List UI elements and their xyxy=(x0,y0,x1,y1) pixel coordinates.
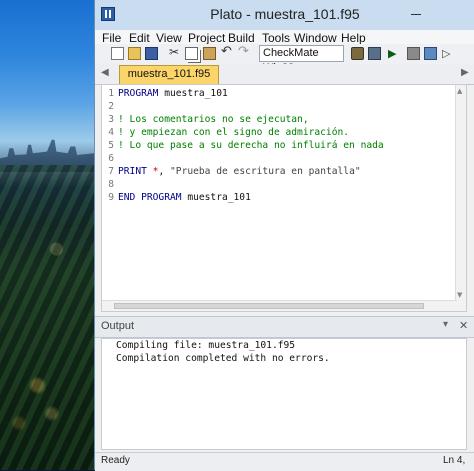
line-number: 1 xyxy=(108,88,114,99)
menu-tools[interactable]: Tools xyxy=(262,31,290,45)
code-token: PROGRAM xyxy=(118,88,159,99)
new-file-icon[interactable] xyxy=(111,47,124,60)
code-token: * xyxy=(146,166,159,177)
code-token: PRINT xyxy=(118,166,147,177)
code-text: END PROGRAM muestra_101 xyxy=(118,192,251,203)
output-title: Output xyxy=(101,320,135,332)
output-line: Compiling file: muestra_101.f95 xyxy=(116,340,296,351)
redo-icon[interactable] xyxy=(238,44,251,60)
title-bar[interactable]: Plato - muestra_101.f95 xyxy=(95,0,474,30)
cursor-position: Ln 4, xyxy=(443,455,466,466)
line-number: 7 xyxy=(108,166,114,177)
line-number: 8 xyxy=(108,179,114,190)
run-icon[interactable] xyxy=(387,47,400,60)
status-bar: Ready Ln 4, xyxy=(95,452,474,471)
paste-icon[interactable] xyxy=(203,47,216,60)
code-token: ! Lo que pase a su derecha no influirá e… xyxy=(118,140,384,151)
line-number: 2 xyxy=(108,101,114,112)
line-number: 4 xyxy=(108,127,114,138)
tab-scroll-left-icon[interactable]: ◀ xyxy=(101,67,109,78)
line-number: 5 xyxy=(108,140,114,151)
code-text: PRINT *, "Prueba de escritura en pantall… xyxy=(118,166,361,177)
line-number: 3 xyxy=(108,114,114,125)
configuration-select[interactable]: CheckMate Win32 xyxy=(259,45,344,74)
save-icon[interactable] xyxy=(145,47,158,60)
output-line: Compilation completed with no errors. xyxy=(116,353,330,364)
desktop-wallpaper xyxy=(0,0,94,470)
copy-icon[interactable] xyxy=(185,47,198,60)
menu-project[interactable]: Project xyxy=(188,31,225,45)
menu-help[interactable]: Help xyxy=(341,31,366,45)
compile-icon[interactable] xyxy=(351,47,364,60)
toolbar: CheckMate Win32 xyxy=(95,44,474,74)
output-panel[interactable]: Compiling file: muestra_101.f95 Compilat… xyxy=(101,338,467,450)
menu-build[interactable]: Build xyxy=(228,31,255,45)
menu-view[interactable]: View xyxy=(156,31,182,45)
cut-icon[interactable] xyxy=(169,45,182,60)
tab-scroll-right-icon[interactable]: ▶ xyxy=(461,67,469,78)
close-icon[interactable]: ✕ xyxy=(459,319,468,332)
code-text: PROGRAM muestra_101 xyxy=(118,88,228,99)
navigate-icon[interactable] xyxy=(441,47,454,60)
build-icon[interactable] xyxy=(368,47,381,60)
menu-file[interactable]: File xyxy=(102,31,121,45)
tab-bar: ◀ muestra_101.f95 ▶ xyxy=(95,64,474,85)
code-token: ! y empiezan con el signo de admiración. xyxy=(118,127,350,138)
tab-muestra-101[interactable]: muestra_101.f95 xyxy=(119,65,219,84)
editor-horizontal-scrollbar[interactable] xyxy=(102,300,457,311)
plato-window: Plato - muestra_101.f95 File Edit View P… xyxy=(94,0,474,471)
stop-icon[interactable] xyxy=(407,47,420,60)
code-text: ! Los comentarios no se ejecutan, xyxy=(118,114,309,125)
wallpaper-trees xyxy=(0,165,94,470)
horizontal-scroll-thumb[interactable] xyxy=(114,303,424,309)
scroll-up-icon[interactable]: ▲ xyxy=(457,87,462,95)
code-token: , xyxy=(158,166,171,177)
status-text: Ready xyxy=(101,455,130,466)
line-number: 6 xyxy=(108,153,114,164)
minimize-button[interactable] xyxy=(401,0,431,22)
code-token: muestra_101 xyxy=(181,192,251,203)
editor-vertical-scrollbar[interactable]: ▲ ▼ xyxy=(455,85,466,311)
debug-icon[interactable] xyxy=(424,47,437,60)
tab-label: muestra_101.f95 xyxy=(127,68,211,80)
pin-icon[interactable]: ▾ xyxy=(443,319,448,330)
menu-edit[interactable]: Edit xyxy=(129,31,150,45)
output-panel-header: Output ▾ ✕ xyxy=(95,316,474,338)
code-token: "Prueba de escritura en pantalla" xyxy=(170,166,361,177)
code-token: ! Los comentarios no se ejecutan, xyxy=(118,114,309,125)
code-text: ! y empiezan con el signo de admiración. xyxy=(118,127,349,138)
code-text: ! Lo que pase a su derecha no influirá e… xyxy=(118,140,384,151)
open-folder-icon[interactable] xyxy=(128,47,141,60)
scroll-down-icon[interactable]: ▼ xyxy=(457,291,462,299)
code-editor[interactable]: 1 PROGRAM muestra_101 2 3 ! Los comentarios … xyxy=(101,84,467,312)
menu-window[interactable]: Window xyxy=(294,31,337,45)
undo-icon[interactable] xyxy=(221,44,234,60)
code-token: muestra_101 xyxy=(158,88,228,99)
code-token: END PROGRAM xyxy=(118,192,182,203)
line-number: 9 xyxy=(108,192,114,203)
